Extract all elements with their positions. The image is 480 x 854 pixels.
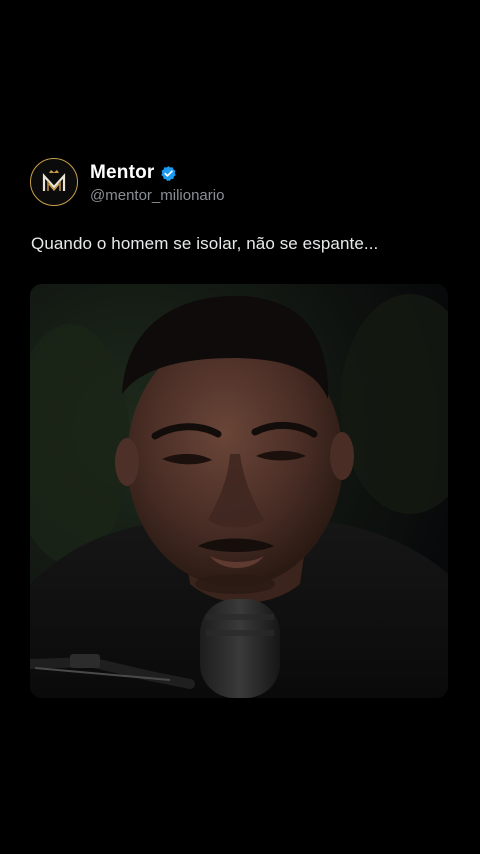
tweet-header: Mentor @mentor_milionario [30,158,224,206]
tweet-card: Mentor @mentor_milionario Quando o homem… [0,0,480,854]
mentor-crown-monogram-icon [42,170,66,192]
display-name[interactable]: Mentor [90,162,155,184]
verified-badge-icon [160,165,177,182]
avatar[interactable] [30,158,78,206]
tweet-media-video[interactable] [30,284,448,698]
username-handle[interactable]: @mentor_milionario [90,187,224,204]
tweet-text: Quando o homem se isolar, não se espante… [31,234,379,253]
author-identity: Mentor @mentor_milionario [90,160,224,204]
video-frame-image [30,284,448,698]
name-row: Mentor [90,160,224,186]
